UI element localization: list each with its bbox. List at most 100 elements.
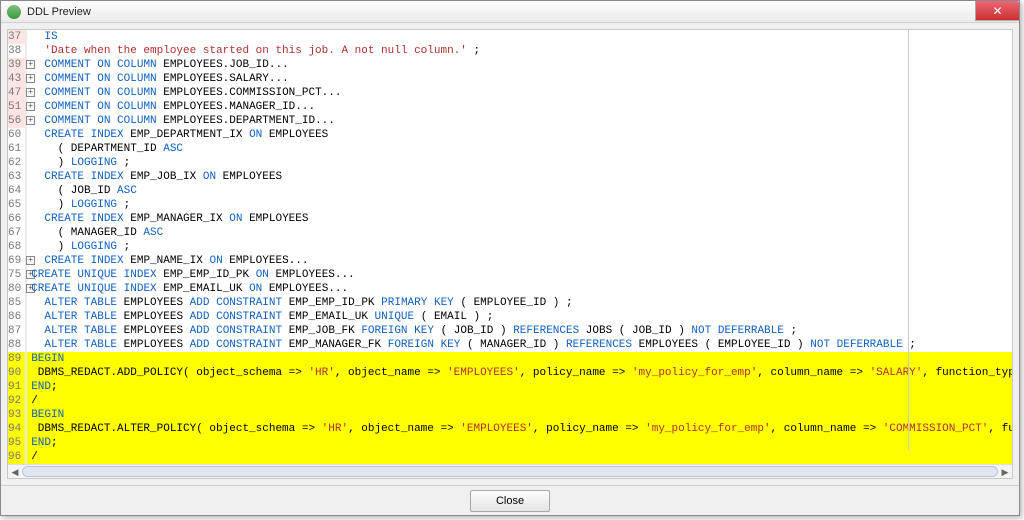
code-cell[interactable]: BEGIN [27,408,1012,422]
close-button[interactable]: Close [470,490,550,512]
code-cell[interactable]: ALTER TABLE EMPLOYEES ADD CONSTRAINT EMP… [27,310,1012,324]
code-line: 65 ) LOGGING ; [8,198,1012,212]
code-cell[interactable]: COMMENT ON COLUMN EMPLOYEES.MANAGER_ID..… [27,100,1012,114]
content-pane: 37 IS38 'Date when the employee started … [7,29,1013,479]
code-cell[interactable]: COMMENT ON COLUMN EMPLOYEES.DEPARTMENT_I… [27,114,1012,128]
code-cell[interactable]: ALTER TABLE EMPLOYEES ADD CONSTRAINT EMP… [27,338,1012,352]
code-line: 94 DBMS_REDACT.ALTER_POLICY( object_sche… [8,422,1012,436]
code-line: 89BEGIN [8,352,1012,366]
code-cell[interactable]: END; [27,436,1012,450]
code-cell[interactable]: CREATE INDEX EMP_JOB_IX ON EMPLOYEES [27,170,1012,184]
code-line: 56+ COMMENT ON COLUMN EMPLOYEES.DEPARTME… [8,114,1012,128]
app-icon [7,5,21,19]
line-number: 75 [8,268,26,282]
code-cell[interactable]: ALTER TABLE EMPLOYEES ADD CONSTRAINT EMP… [27,324,1012,338]
line-number: 94 [8,422,26,436]
line-number: 92 [8,394,26,408]
code-line: 67 ( MANAGER_ID ASC [8,226,1012,240]
code-line: 92/ [8,394,1012,408]
code-cell[interactable]: COMMENT ON COLUMN EMPLOYEES.COMMISSION_P… [27,86,1012,100]
code-cell[interactable]: COMMENT ON COLUMN EMPLOYEES.SALARY... [27,72,1012,86]
line-number: 37 [8,30,26,44]
line-number: 38 [8,44,26,58]
code-cell[interactable]: CREATE INDEX EMP_NAME_IX ON EMPLOYEES... [27,254,1012,268]
code-editor[interactable]: 37 IS38 'Date when the employee started … [8,30,1012,464]
code-line: 88 ALTER TABLE EMPLOYEES ADD CONSTRAINT … [8,338,1012,352]
code-line: 47+ COMMENT ON COLUMN EMPLOYEES.COMMISSI… [8,86,1012,100]
close-icon[interactable]: ✕ [975,1,1019,21]
code-line: 85 ALTER TABLE EMPLOYEES ADD CONSTRAINT … [8,296,1012,310]
footer-bar: Close [1,485,1019,515]
line-number: 56 [8,114,26,128]
line-number: 68 [8,240,26,254]
code-cell[interactable]: ) LOGGING ; [27,156,1012,170]
line-number: 87 [8,324,26,338]
code-cell[interactable]: ALTER TABLE EMPLOYEES ADD CONSTRAINT EMP… [27,296,1012,310]
code-line: 37 IS [8,30,1012,44]
code-cell[interactable]: ) LOGGING ; [27,198,1012,212]
line-number: 69 [8,254,26,268]
code-line: 86 ALTER TABLE EMPLOYEES ADD CONSTRAINT … [8,310,1012,324]
code-cell[interactable]: CREATE UNIQUE INDEX EMP_EMAIL_UK ON EMPL… [27,282,1012,296]
line-number: 67 [8,226,26,240]
code-line: 96/ [8,450,1012,464]
code-cell[interactable]: CREATE INDEX EMP_MANAGER_IX ON EMPLOYEES [27,212,1012,226]
code-cell[interactable]: END; [27,380,1012,394]
line-number: 43 [8,72,26,86]
code-line: 62 ) LOGGING ; [8,156,1012,170]
code-cell[interactable]: CREATE UNIQUE INDEX EMP_EMP_ID_PK ON EMP… [27,268,1012,282]
line-number: 85 [8,296,26,310]
code-line: 90 DBMS_REDACT.ADD_POLICY( object_schema… [8,366,1012,380]
code-line: 80+CREATE UNIQUE INDEX EMP_EMAIL_UK ON E… [8,282,1012,296]
ddl-preview-window: DDL Preview ✕ 37 IS38 'Date when the emp… [0,0,1020,516]
code-cell[interactable]: DBMS_REDACT.ADD_POLICY( object_schema =>… [27,366,1012,380]
line-number: 88 [8,338,26,352]
horizontal-scrollbar[interactable]: ◀ ▶ [8,464,1012,478]
line-number: 51 [8,100,26,114]
code-line: 63 CREATE INDEX EMP_JOB_IX ON EMPLOYEES [8,170,1012,184]
titlebar: DDL Preview ✕ [1,1,1019,23]
code-line: 51+ COMMENT ON COLUMN EMPLOYEES.MANAGER_… [8,100,1012,114]
scrollbar-thumb[interactable] [22,466,998,477]
code-cell[interactable]: IS [27,30,1012,44]
scroll-left-arrow-icon[interactable]: ◀ [8,465,22,479]
code-line: 68 ) LOGGING ; [8,240,1012,254]
code-cell[interactable]: ( MANAGER_ID ASC [27,226,1012,240]
code-line: 38 'Date when the employee started on th… [8,44,1012,58]
code-cell[interactable]: ) LOGGING ; [27,240,1012,254]
scroll-right-arrow-icon[interactable]: ▶ [998,465,1012,479]
line-number: 66 [8,212,26,226]
code-line: 61 ( DEPARTMENT_ID ASC [8,142,1012,156]
code-cell[interactable]: CREATE INDEX EMP_DEPARTMENT_IX ON EMPLOY… [27,128,1012,142]
code-line: 87 ALTER TABLE EMPLOYEES ADD CONSTRAINT … [8,324,1012,338]
code-line: 39+ COMMENT ON COLUMN EMPLOYEES.JOB_ID..… [8,58,1012,72]
line-number: 60 [8,128,26,142]
line-number: 47 [8,86,26,100]
code-line: 69+ CREATE INDEX EMP_NAME_IX ON EMPLOYEE… [8,254,1012,268]
code-line: 95END; [8,436,1012,450]
line-number: 89 [8,352,26,366]
code-cell[interactable]: 'Date when the employee started on this … [27,44,1012,58]
code-line: 91END; [8,380,1012,394]
code-cell[interactable]: COMMENT ON COLUMN EMPLOYEES.JOB_ID... [27,58,1012,72]
code-cell[interactable]: BEGIN [27,352,1012,366]
line-number: 95 [8,436,26,450]
code-cell[interactable]: ( DEPARTMENT_ID ASC [27,142,1012,156]
line-number: 90 [8,366,26,380]
code-table: 37 IS38 'Date when the employee started … [8,30,1012,464]
code-cell[interactable]: / [27,450,1012,464]
code-cell[interactable]: / [27,394,1012,408]
line-number: 62 [8,156,26,170]
line-number: 91 [8,380,26,394]
code-line: 66 CREATE INDEX EMP_MANAGER_IX ON EMPLOY… [8,212,1012,226]
line-number: 93 [8,408,26,422]
code-line: 60 CREATE INDEX EMP_DEPARTMENT_IX ON EMP… [8,128,1012,142]
code-cell[interactable]: DBMS_REDACT.ALTER_POLICY( object_schema … [27,422,1012,436]
line-number: 64 [8,184,26,198]
line-number: 65 [8,198,26,212]
code-cell[interactable]: ( JOB_ID ASC [27,184,1012,198]
window-title: DDL Preview [27,6,91,18]
line-number: 63 [8,170,26,184]
code-line: 64 ( JOB_ID ASC [8,184,1012,198]
line-number: 96 [8,450,26,464]
